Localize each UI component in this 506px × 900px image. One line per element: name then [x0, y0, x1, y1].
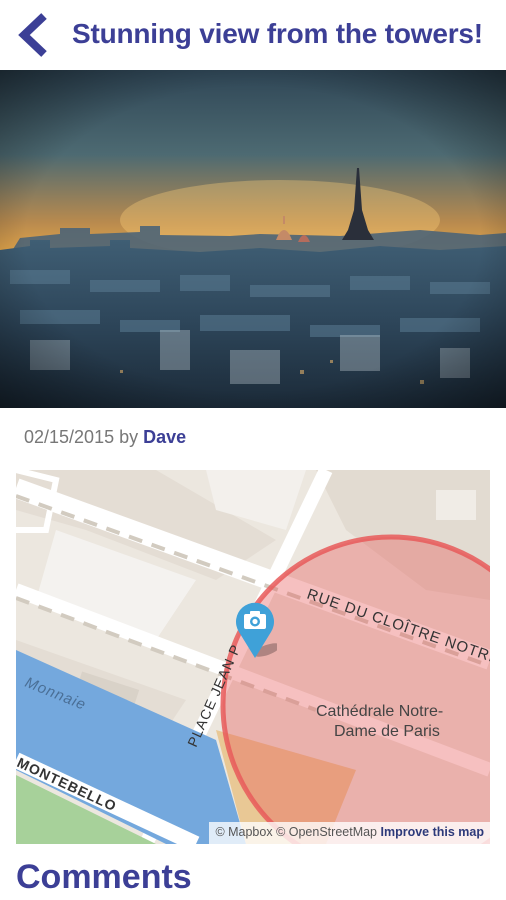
map-attribution: © Mapbox © OpenStreetMap Improve this ma…	[209, 822, 490, 844]
header: Stunning view from the towers!	[0, 0, 506, 70]
poi-label-line1: Cathédrale Notre-	[316, 703, 443, 720]
post-meta: 02/15/2015 by Dave	[24, 427, 186, 448]
paris-skyline-image	[0, 70, 506, 408]
post-photo[interactable]	[0, 70, 506, 408]
chevron-left-icon	[18, 13, 47, 57]
camera-icon	[236, 602, 277, 658]
back-button[interactable]	[14, 12, 54, 58]
poi-label-line2: Dame de Paris	[334, 723, 440, 740]
comments-heading: Comments	[16, 858, 192, 896]
mapbox-link[interactable]: © Mapbox	[215, 825, 272, 839]
page-title: Stunning view from the towers!	[72, 18, 483, 49]
openstreetmap-link[interactable]: © OpenStreetMap	[276, 825, 377, 839]
photo-location-marker[interactable]	[233, 600, 277, 660]
by-label: by	[119, 427, 139, 447]
post-date: 02/15/2015	[24, 427, 115, 447]
location-map[interactable]: RUE DU CLOÎTRE NOTRE PLACE JEAN P Monnai…	[16, 470, 490, 844]
author-link[interactable]: Dave	[143, 427, 186, 447]
improve-map-link[interactable]: Improve this map	[381, 825, 485, 839]
